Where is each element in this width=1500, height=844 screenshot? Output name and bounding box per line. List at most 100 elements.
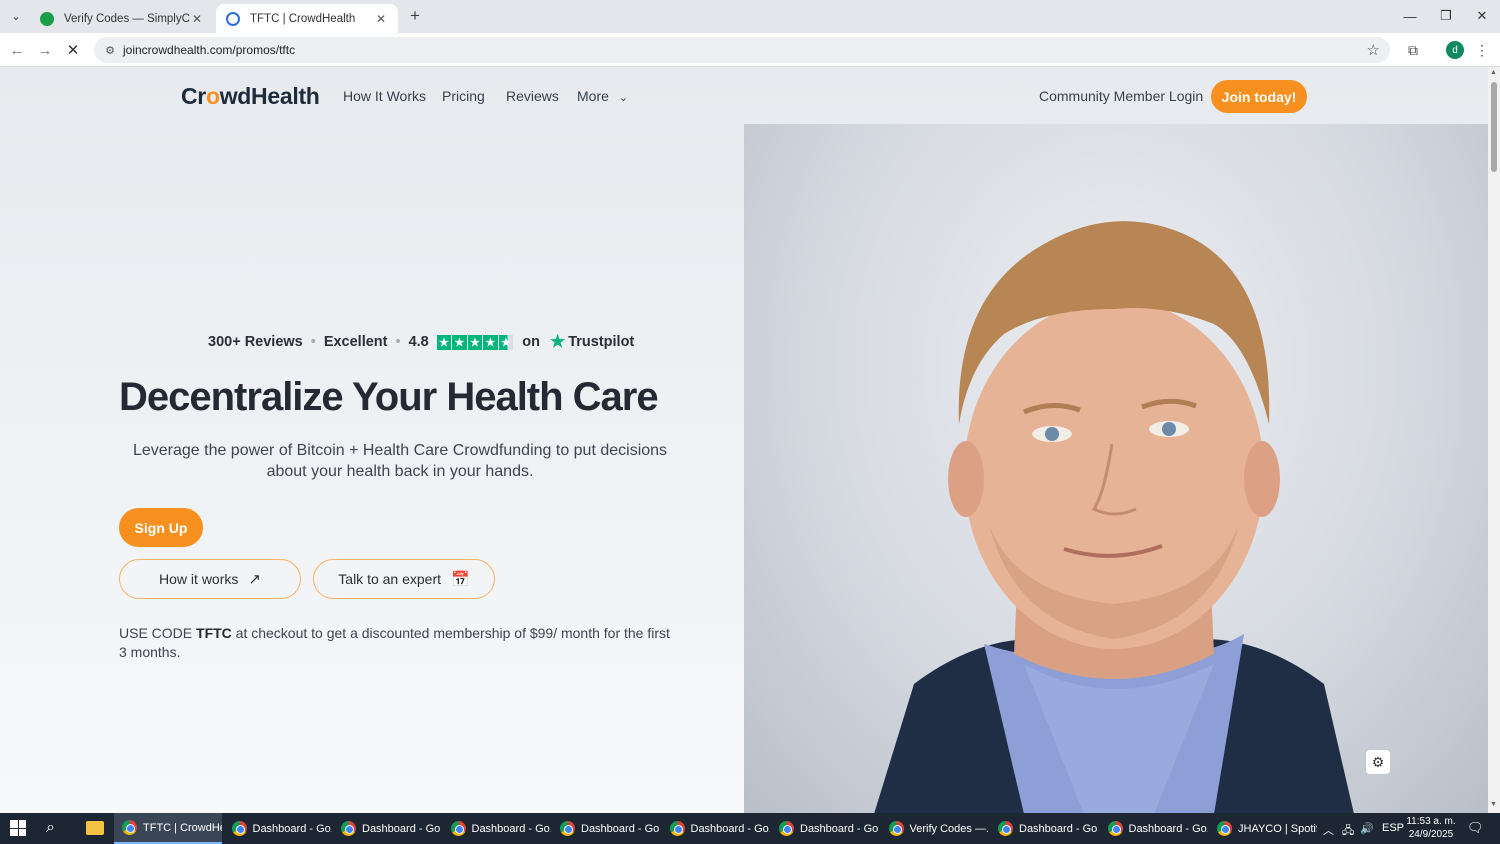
chrome-icon [341, 821, 356, 836]
taskbar-app-button[interactable]: Verify Codes —... [881, 813, 989, 844]
taskbar-app-label: Dashboard - Go... [581, 822, 660, 835]
browser-menu-icon[interactable]: ⋮ [1472, 40, 1492, 60]
taskbar-app-label: Dashboard - Go... [471, 822, 551, 835]
tab-title: TFTC | CrowdHealth [250, 12, 356, 25]
crowdhealth-logo[interactable]: CrowdHealth [181, 83, 320, 110]
chrome-icon [450, 821, 466, 836]
volume-icon[interactable]: 🔊 [1360, 822, 1374, 835]
notifications-icon[interactable]: 🗨 [1467, 820, 1485, 836]
logo-text-end: wdHealth [219, 83, 320, 109]
language-indicator[interactable]: ESP [1382, 822, 1404, 834]
new-tab-plus-icon[interactable]: + [405, 6, 425, 26]
taskbar-app-button[interactable]: Dashboard - Go... [771, 813, 879, 844]
clock-time: 11:53 a. m. [1406, 816, 1456, 827]
star-icon: ★ [483, 334, 498, 350]
tab-close-icon[interactable]: ✕ [190, 12, 204, 26]
loading-favicon-icon [226, 11, 240, 26]
trustpilot-reviews[interactable]: 300+ Reviews • Excellent • 4.8 ★ ★ ★ ★ ★… [208, 332, 634, 352]
promo-prefix: USE CODE [119, 625, 197, 641]
search-icon[interactable]: ⌕ [46, 819, 55, 837]
file-explorer-icon[interactable] [86, 821, 104, 835]
close-window-icon[interactable]: ✕ [1467, 5, 1497, 27]
network-icon[interactable]: 🖧 [1342, 822, 1354, 841]
taskbar-app-button[interactable]: TFTC | CrowdHe... [114, 813, 222, 844]
taskbar-app-button[interactable]: Dashboard - Go... [662, 813, 770, 844]
separator-dot: • [310, 334, 316, 350]
nav-how-it-works[interactable]: How It Works [343, 88, 426, 104]
taskbar-app-button[interactable]: Dashboard - Go... [333, 813, 441, 844]
chrome-icon [1107, 821, 1123, 836]
chrome-icon [669, 821, 685, 836]
nav-more-label: More [577, 88, 609, 104]
nav-pricing[interactable]: Pricing [442, 88, 485, 104]
join-today-button[interactable]: Join today! [1211, 80, 1307, 113]
forward-arrow-icon[interactable]: → [34, 39, 56, 61]
chrome-icon [779, 821, 794, 836]
windows-taskbar: ⌕ TFTC | CrowdHe... Dashboard - Go... Dash… [0, 813, 1500, 844]
taskbar-app-label: Dashboard - Go... [690, 822, 770, 835]
scroll-down-icon[interactable]: ▼ [1490, 801, 1497, 808]
tab-close-icon[interactable]: ✕ [374, 12, 388, 26]
taskbar-app-button[interactable]: Dashboard - Go... [1100, 813, 1208, 844]
image-settings-sliders-icon[interactable]: ⚙ [1366, 750, 1390, 774]
profile-avatar[interactable]: d [1446, 41, 1464, 59]
taskbar-app-button[interactable]: JHAYCO | Spotif... [1209, 813, 1317, 844]
trustpilot-label: Trustpilot [568, 334, 635, 350]
taskbar-app-button[interactable]: Dashboard - Go... [224, 813, 332, 844]
nav-more[interactable]: More ⌄ [577, 88, 628, 104]
stop-loading-icon[interactable]: ✕ [62, 39, 84, 61]
trustpilot-star-icon: ★ [549, 332, 566, 351]
on-text: on [522, 334, 540, 350]
tab-simplycodes[interactable]: Verify Codes — SimplyCodes ✕ [30, 4, 214, 33]
review-count: 300+ Reviews [208, 334, 303, 350]
taskbar-app-label: TFTC | CrowdHe... [143, 821, 222, 834]
sign-up-button[interactable]: Sign Up [119, 508, 203, 547]
logo-text-o: o [205, 83, 220, 109]
page-scrollbar[interactable]: ▲ ▼ [1488, 67, 1500, 813]
taskbar-app-button[interactable]: Dashboard - Go... [990, 813, 1098, 844]
taskbar-app-button[interactable]: Dashboard - Go... [552, 813, 660, 844]
chrome-icon [888, 821, 904, 836]
promo-code: TFTC [196, 625, 232, 641]
tab-crowdhealth[interactable]: TFTC | CrowdHealth ✕ [216, 4, 398, 33]
star-icon: ★ [452, 334, 467, 350]
extensions-puzzle-icon[interactable]: ⧉ [1403, 40, 1423, 60]
minimize-icon[interactable]: — [1395, 5, 1425, 27]
restore-icon[interactable]: ❐ [1431, 5, 1461, 27]
nav-reviews[interactable]: Reviews [506, 88, 559, 104]
taskbar-app-button[interactable]: Dashboard - Go... [443, 813, 551, 844]
back-arrow-icon[interactable]: ← [6, 39, 28, 61]
community-login-link[interactable]: Community Member Login [1039, 88, 1203, 104]
chrome-icon [1217, 821, 1232, 836]
scroll-up-icon[interactable]: ▲ [1490, 69, 1497, 76]
url-text[interactable]: joincrowdhealth.com/promos/tftc [123, 43, 295, 57]
tray-chevron-up-icon[interactable]: ︿ [1323, 822, 1334, 838]
taskbar-app-label: JHAYCO | Spotif... [1238, 822, 1317, 835]
chrome-icon [560, 821, 575, 836]
windows-start-icon[interactable] [10, 820, 26, 836]
taskbar-app-label: Dashboard - Go... [1019, 822, 1098, 835]
site-settings-icon[interactable]: ⚙ [102, 42, 118, 58]
how-it-works-button[interactable]: How it works ↗ [119, 559, 301, 599]
page-content: CrowdHealth How It Works Pricing Reviews… [0, 67, 1488, 813]
chrome-icon [998, 821, 1013, 836]
tab-search-chevron-icon[interactable]: ⌄ [6, 6, 26, 26]
taskbar-app-label: Dashboard - Go... [362, 822, 441, 835]
address-bar[interactable]: ⚙ joincrowdhealth.com/promos/tftc ☆ [94, 37, 1390, 63]
promo-text: USE CODE TFTC at checkout to get a disco… [119, 624, 679, 662]
taskbar-app-label: Dashboard - Go... [252, 822, 332, 835]
rating-word: Excellent [323, 334, 388, 350]
calendar-icon: 📅 [451, 571, 470, 588]
taskbar-app-label: Dashboard - Go... [800, 822, 879, 835]
bookmark-star-icon[interactable]: ☆ [1367, 41, 1380, 59]
talk-to-expert-button[interactable]: Talk to an expert 📅 [313, 559, 495, 599]
taskbar-app-label: Verify Codes —... [909, 822, 989, 835]
star-half-icon: ★ [498, 334, 514, 350]
clock[interactable]: 11:53 a. m. 24/9/2025 [1402, 815, 1460, 841]
star-icon: ★ [436, 334, 452, 350]
scrollbar-thumb[interactable] [1491, 82, 1497, 172]
star-rating: ★ ★ ★ ★ ★ [436, 334, 515, 350]
logo-text-start: Cr [181, 83, 206, 109]
hero-subhead: Leverage the power of Bitcoin + Health C… [132, 442, 668, 480]
browser-toolbar: ← → ✕ ⚙ joincrowdhealth.com/promos/tftc … [0, 33, 1500, 67]
